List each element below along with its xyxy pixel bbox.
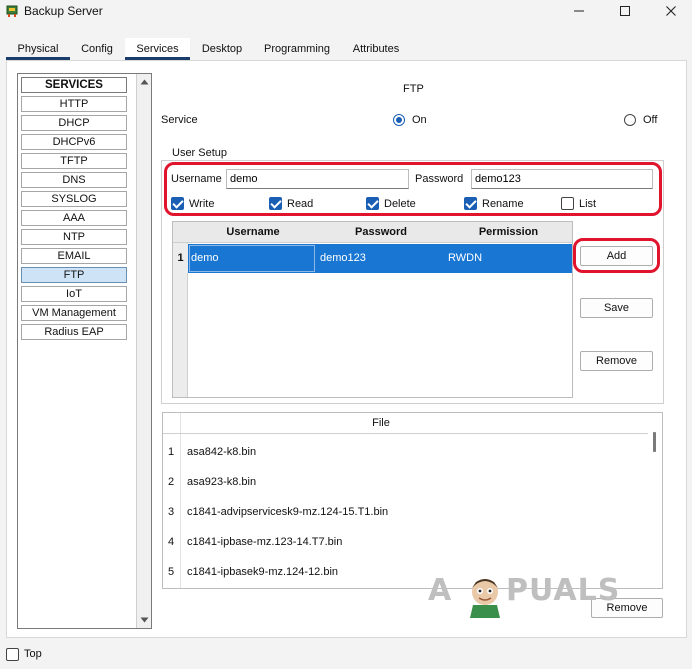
services-panel: SERVICES HTTP DHCP DHCPv6 TFTP DNS SYSLO…	[6, 60, 687, 638]
file-name: asa923-k8.bin	[187, 476, 257, 488]
file-row[interactable]: 1 asa842-k8.bin	[163, 437, 648, 467]
password-label: Password	[415, 173, 464, 185]
username-input[interactable]	[226, 169, 409, 189]
maximize-button[interactable]	[602, 0, 648, 22]
tab-desktop[interactable]: Desktop	[192, 38, 252, 60]
username-label: Username	[171, 173, 222, 185]
tab-physical[interactable]: Physical	[6, 38, 70, 60]
sidebar-item-http[interactable]: HTTP	[21, 96, 127, 112]
user-table-header: Username Password Permission	[173, 222, 572, 243]
sidebar-item-aaa[interactable]: AAA	[21, 210, 127, 226]
file-name: asa842-k8.bin	[187, 446, 257, 458]
sidebar-item-tftp[interactable]: TFTP	[21, 153, 127, 169]
remove-file-button[interactable]: Remove	[591, 598, 663, 618]
bottom-bar	[0, 642, 692, 669]
sidebar-item-dhcp[interactable]: DHCP	[21, 115, 127, 131]
row-number: 1	[173, 244, 188, 273]
file-row-number: 5	[167, 566, 175, 578]
file-row[interactable]: 4 c1841-ipbase-mz.123-14.T7.bin	[163, 527, 648, 557]
file-row[interactable]: 2 asa923-k8.bin	[163, 467, 648, 497]
file-table: File 1 asa842-k8.bin 2 asa923-k8.bin 3 c…	[162, 412, 663, 589]
sidebar-scrollbar[interactable]	[136, 74, 151, 628]
minimize-icon	[574, 10, 584, 12]
sidebar-item-vm-management[interactable]: VM Management	[21, 305, 127, 321]
sidebar-item-dns[interactable]: DNS	[21, 172, 127, 188]
remove-user-button[interactable]: Remove	[580, 351, 653, 371]
tab-bar: Physical Config Services Desktop Program…	[0, 38, 692, 60]
cell-password: demo123	[320, 252, 366, 264]
close-button[interactable]	[648, 0, 692, 22]
title-bar: Backup Server	[0, 0, 692, 22]
tab-config[interactable]: Config	[72, 38, 122, 60]
tab-services[interactable]: Services	[125, 38, 190, 60]
scroll-thumb[interactable]	[653, 432, 656, 452]
sidebar-item-dhcpv6[interactable]: DHCPv6	[21, 134, 127, 150]
sidebar-item-ntp[interactable]: NTP	[21, 229, 127, 245]
service-off-radio[interactable]	[624, 114, 636, 126]
cell-permission: RWDN	[448, 252, 483, 264]
window-title: Backup Server	[24, 4, 103, 18]
sidebar-item-iot[interactable]: IoT	[21, 286, 127, 302]
rename-label: Rename	[482, 198, 524, 210]
read-label: Read	[287, 198, 314, 210]
cell-username: demo	[191, 252, 219, 264]
ftp-title: FTP	[403, 83, 424, 95]
file-name: c1841-ipbasek9-mz.124-12.bin	[187, 566, 339, 578]
network-device-icon	[6, 5, 18, 17]
scroll-up-button[interactable]	[137, 74, 151, 90]
file-row[interactable]: 3 c1841-advipservicesk9-mz.124-15.T1.bin	[163, 497, 648, 527]
file-row-number: 3	[167, 506, 175, 518]
service-on-label: On	[412, 114, 427, 126]
top-checkbox[interactable]	[6, 648, 19, 661]
table-row[interactable]: 1 demo demo123 RWDN	[173, 244, 572, 273]
close-icon	[666, 6, 676, 16]
sidebar-item-syslog[interactable]: SYSLOG	[21, 191, 127, 207]
sidebar-item-ftp[interactable]: FTP	[21, 267, 127, 283]
tab-attributes[interactable]: Attributes	[342, 38, 410, 60]
file-table-scrollbar[interactable]	[647, 413, 662, 588]
file-table-header: File	[163, 413, 648, 434]
service-label: Service	[161, 114, 198, 126]
add-button[interactable]: Add	[580, 246, 653, 266]
rename-checkbox[interactable]	[464, 197, 477, 210]
scroll-down-button[interactable]	[137, 612, 151, 628]
file-name: c1841-ipbase-mz.123-14.T7.bin	[187, 536, 343, 548]
user-table: Username Password Permission 1 demo demo…	[172, 221, 573, 398]
sidebar-item-email[interactable]: EMAIL	[21, 248, 127, 264]
list-checkbox[interactable]	[561, 197, 574, 210]
column-username: Username	[226, 226, 280, 238]
write-checkbox[interactable]	[171, 197, 184, 210]
column-file: File	[372, 417, 390, 429]
file-row-number: 1	[167, 446, 175, 458]
top-label: Top	[24, 648, 42, 660]
scroll-up-icon	[140, 79, 148, 85]
services-list: SERVICES HTTP DHCP DHCPv6 TFTP DNS SYSLO…	[17, 73, 152, 629]
file-name: c1841-advipservicesk9-mz.124-15.T1.bin	[187, 506, 389, 518]
tab-programming[interactable]: Programming	[258, 38, 336, 60]
list-label: List	[579, 198, 597, 210]
maximize-icon	[620, 6, 630, 16]
write-label: Write	[189, 198, 215, 210]
column-password: Password	[355, 226, 407, 238]
user-setup-legend: User Setup	[170, 147, 230, 159]
save-button[interactable]: Save	[580, 298, 653, 318]
sidebar-item-radius-eap[interactable]: Radius EAP	[21, 324, 127, 340]
file-row-number: 2	[167, 476, 175, 488]
file-row[interactable]: 5 c1841-ipbasek9-mz.124-12.bin	[163, 557, 648, 587]
file-row-number: 4	[167, 536, 175, 548]
column-permission: Permission	[478, 226, 539, 238]
minimize-button[interactable]	[556, 0, 602, 22]
password-input[interactable]	[471, 169, 653, 189]
read-checkbox[interactable]	[269, 197, 282, 210]
delete-label: Delete	[384, 198, 416, 210]
scroll-down-icon	[140, 617, 148, 623]
service-on-radio[interactable]	[393, 114, 405, 126]
service-off-label: Off	[643, 114, 658, 126]
delete-checkbox[interactable]	[366, 197, 379, 210]
services-header: SERVICES	[21, 77, 127, 93]
